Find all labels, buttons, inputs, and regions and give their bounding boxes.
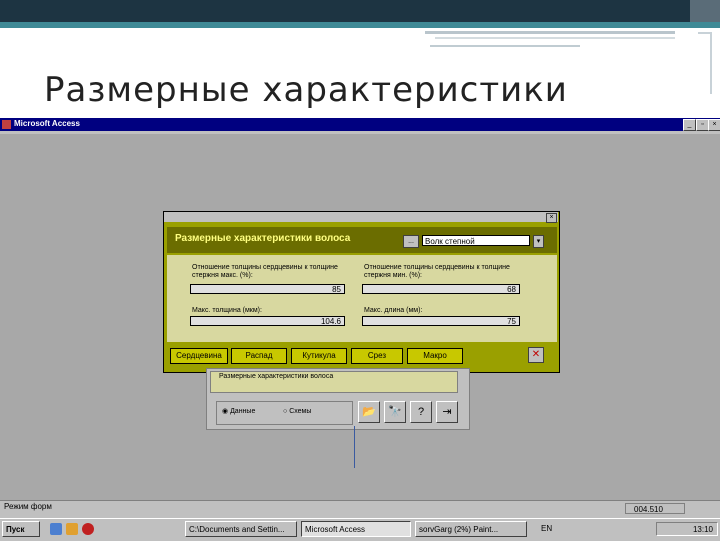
taskbar-item-access[interactable]: Microsoft Access [301, 521, 411, 537]
desktop-quicklaunch-icon[interactable] [50, 523, 62, 535]
status-bar [0, 500, 720, 515]
dialog-titlebar [164, 212, 558, 222]
access-titlebar [0, 118, 720, 131]
radio-checked-icon: ◉ [222, 408, 229, 415]
field-label-max-thickness: Макс. толщина (мкм): [192, 307, 262, 314]
open-folder-icon[interactable]: 📂 [358, 401, 380, 423]
dialog-close-button[interactable]: × [546, 213, 557, 223]
max-length-field[interactable]: 75 [362, 316, 520, 326]
radio-data-label: Данные [230, 408, 256, 415]
status-coords: 004.510 [625, 503, 685, 514]
exit-door-icon[interactable]: ⇥ [436, 401, 458, 423]
help-icon[interactable]: ? [410, 401, 432, 423]
field-label-max-length: Макс. длина (мм): [364, 307, 423, 314]
slide-deco-line [425, 31, 675, 34]
radio-schemes-label: Схемы [289, 408, 312, 415]
access-logo-icon [2, 120, 11, 129]
radio-schemes[interactable]: ○ Схемы [283, 407, 311, 417]
slide-deco-line [430, 45, 580, 47]
slide-deco-line [435, 37, 675, 39]
field-label-core-ratio-max: Отношение толщины сердцевины к толщине с… [192, 264, 338, 279]
field-label-core-ratio-min: Отношение толщины сердцевины к толщине с… [364, 264, 510, 279]
opera-quicklaunch-icon[interactable] [82, 523, 94, 535]
radio-data[interactable]: ◉ Данные [222, 407, 255, 417]
language-indicator[interactable]: EN [541, 522, 552, 536]
taskbar-item-paint[interactable]: sorvGarg (2%) Paint... [415, 521, 527, 537]
macro-button[interactable]: Макро [407, 348, 463, 364]
start-button[interactable]: Пуск [2, 521, 40, 537]
decay-button[interactable]: Распад [231, 348, 287, 364]
radio-unchecked-icon: ○ [283, 408, 288, 415]
taskbar-item-explorer[interactable]: C:\Documents and Settin... [185, 521, 297, 537]
hair-type-select[interactable]: Волк степной [422, 235, 530, 246]
slide-top-band [0, 0, 690, 22]
more-button[interactable]: ... [403, 235, 419, 248]
close-button[interactable]: × [708, 119, 720, 131]
minimize-button[interactable]: _ [683, 119, 696, 131]
core-ratio-max-field[interactable]: 85 [190, 284, 345, 294]
chevron-down-icon[interactable]: ▾ [533, 235, 544, 248]
cuticle-button[interactable]: Кутикула [291, 348, 347, 364]
section-button[interactable]: Срез [351, 348, 403, 364]
exit-icon[interactable]: ✕ [528, 347, 544, 363]
access-title: Microsoft Access [14, 119, 80, 128]
status-text: Режим форм [4, 502, 52, 511]
clock: 13:10 [656, 522, 718, 536]
slide-title: Размерные характеристики [44, 70, 568, 110]
switchboard-title: Размерные характеристики волоса [210, 371, 458, 393]
slide-accent-line [0, 22, 720, 28]
core-ratio-min-field[interactable]: 68 [362, 284, 520, 294]
binoculars-icon[interactable]: 🔭 [384, 401, 406, 423]
slide-deco-bracket [698, 32, 712, 94]
max-thickness-field[interactable]: 104.6 [190, 316, 345, 326]
pointer-line [354, 426, 355, 468]
dialog-title: Размерные характеристики волоса [175, 233, 351, 244]
browser-quicklaunch-icon[interactable] [66, 523, 78, 535]
core-button[interactable]: Сердцевина [170, 348, 228, 364]
